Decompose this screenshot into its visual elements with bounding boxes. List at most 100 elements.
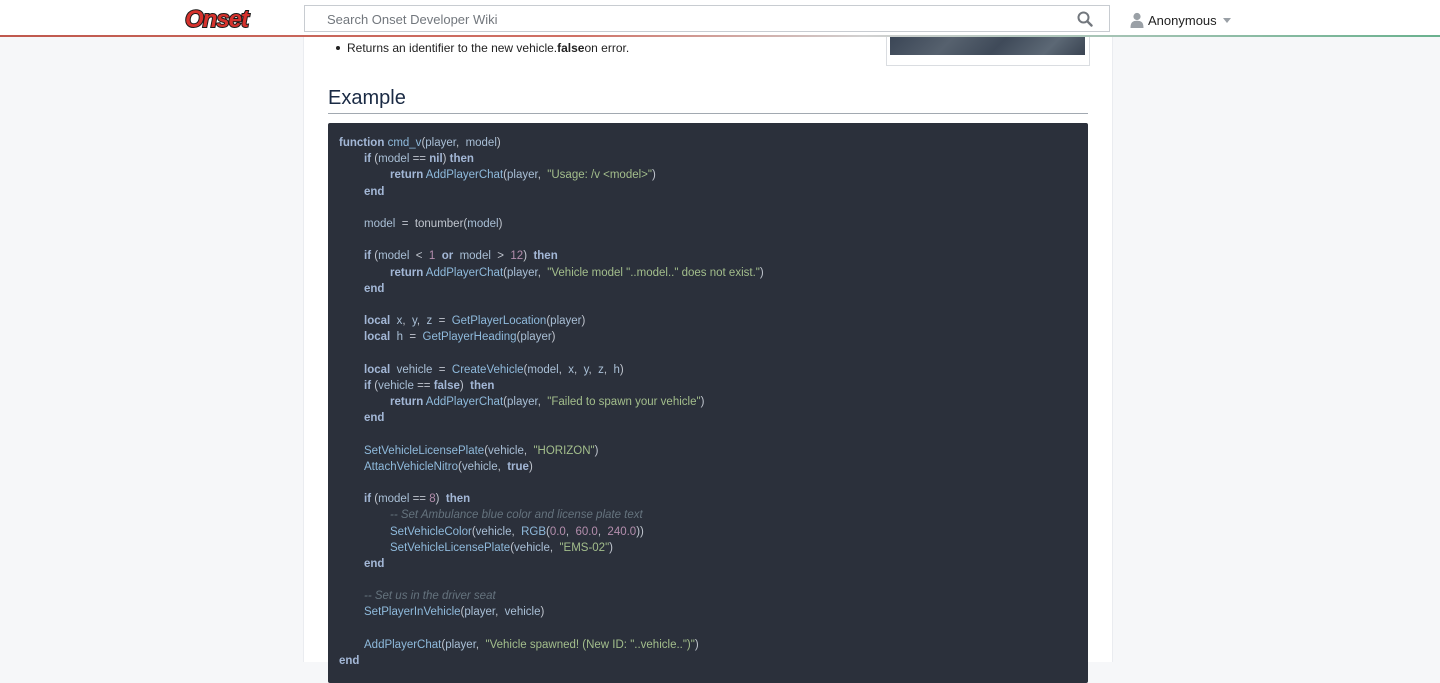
code-line: local vehicle = CreateVehicle(model, x, …	[339, 362, 764, 378]
code-token: (	[371, 250, 379, 263]
code-token: vehicle	[488, 444, 524, 457]
code-token: return	[390, 396, 424, 408]
code-line: SetVehicleColor(vehicle, RGB(0.0, 60.0, …	[339, 524, 764, 540]
code-line: if (vehicle == false) then	[339, 378, 764, 394]
code-token: GetPlayerLocation	[451, 315, 547, 328]
code-token: )	[459, 379, 471, 392]
code-token: ,	[495, 606, 505, 619]
code-text: function cmd_v(player, model) if (model =…	[339, 135, 764, 669]
code-token: -- Set Ambulance blue color and license …	[390, 509, 643, 522]
code-token: 240.0	[607, 525, 637, 538]
code-token: = tonumber(	[395, 217, 468, 230]
code-token: local	[364, 363, 391, 376]
code-line: if (model == 8) then	[339, 491, 764, 507]
code-token: )	[435, 493, 446, 506]
code-token: =	[403, 331, 423, 344]
code-token: return	[390, 169, 424, 182]
code-token: if	[364, 153, 372, 166]
code-token: model	[364, 217, 396, 230]
code-token: if	[364, 379, 372, 392]
code-token: (	[371, 153, 379, 166]
code-token: -- Set us in the driver seat	[364, 590, 496, 603]
code-token: "HORIZON"	[533, 444, 595, 457]
chevron-down-icon	[1222, 17, 1231, 23]
code-line: return AddPlayerChat(player, "Usage: /v …	[339, 167, 764, 183]
code-token: )	[700, 396, 705, 408]
code-token: then	[533, 250, 558, 263]
return-text-suffix: on error.	[584, 41, 630, 55]
code-line: -- Set Ambulance blue color and license …	[339, 507, 764, 523]
user-name: Anonymous	[1148, 12, 1217, 28]
infobox	[886, 37, 1090, 66]
code-token: )	[551, 331, 556, 344]
code-token: ,	[402, 315, 412, 328]
code-line: AddPlayerChat(player, "Vehicle spawned! …	[339, 637, 764, 653]
code-line: SetVehicleLicensePlate(vehicle, "EMS-02"…	[339, 540, 764, 556]
code-token: )	[594, 444, 599, 457]
return-text-bold: false	[557, 41, 585, 55]
code-line: SetPlayerInVehicle(player, vehicle)	[339, 604, 764, 620]
code-token: return	[390, 266, 424, 279]
top-header: Onset Anonymous	[0, 0, 1440, 37]
code-token: end	[364, 412, 385, 425]
code-token: player	[507, 169, 538, 182]
code-line: end	[339, 556, 764, 572]
section-title: Example	[328, 87, 1088, 114]
infobox-image[interactable]	[890, 37, 1085, 55]
code-token: 60.0	[575, 525, 598, 538]
code-token: ,	[588, 363, 599, 376]
code-token: vehicle	[396, 363, 433, 376]
code-token: nil	[429, 153, 443, 166]
code-line: end	[339, 281, 764, 297]
code-token: )	[651, 169, 656, 182]
code-token: local	[364, 315, 391, 328]
code-line: function cmd_v(player, model)	[339, 135, 764, 151]
code-token: model	[378, 250, 410, 263]
code-token: )	[619, 363, 624, 376]
code-token: ,	[455, 137, 466, 149]
code-line: AttachVehicleNitro(vehicle, true)	[339, 459, 764, 475]
code-token: AddPlayerChat	[425, 266, 504, 279]
code-line: if (model == nil) then	[339, 151, 764, 167]
code-token: ,	[565, 525, 576, 538]
code-token: ==	[413, 379, 434, 392]
code-block[interactable]: function cmd_v(player, model) if (model =…	[328, 123, 1088, 683]
code-token: ,	[537, 169, 548, 182]
search-icon[interactable]	[1077, 11, 1093, 27]
code-line: local h = GetPlayerHeading(player)	[339, 329, 764, 345]
code-token: ,	[497, 460, 508, 473]
code-token: vehicle	[461, 460, 498, 473]
code-token: player	[464, 606, 496, 619]
code-token: AttachVehicleNitro	[364, 460, 458, 473]
code-token: vehicle	[475, 525, 512, 538]
code-token: AddPlayerChat	[425, 396, 504, 408]
code-token: =	[432, 315, 452, 328]
code-token: (	[371, 379, 379, 392]
code-token: SetVehicleLicensePlate	[390, 541, 511, 554]
code-line: -- Set us in the driver seat	[339, 588, 764, 604]
code-token: SetPlayerInVehicle	[364, 606, 461, 619]
code-token: AddPlayerChat	[364, 638, 442, 651]
code-token: ==	[409, 493, 430, 506]
code-line: end	[339, 653, 764, 669]
code-token: vehicle	[504, 606, 541, 619]
code-token: )	[581, 315, 586, 328]
code-token: SetVehicleLicensePlate	[364, 444, 485, 457]
code-token: player	[425, 137, 456, 149]
code-token: ,	[549, 541, 560, 554]
code-token: RGB	[521, 525, 546, 538]
code-token: "Vehicle spawned! (New ID: "..vehicle.."…	[485, 638, 695, 651]
code-token: then	[445, 493, 471, 506]
return-text-prefix: Returns an identifier to the new vehicle…	[347, 41, 558, 55]
search-input[interactable]	[327, 11, 1057, 27]
user-menu[interactable]: Anonymous	[1130, 10, 1231, 30]
onset-logo[interactable]: Onset	[184, 3, 262, 33]
code-token: if	[364, 493, 372, 506]
code-token: ,	[537, 396, 548, 408]
code-token: player	[507, 266, 538, 279]
code-token: end	[339, 655, 360, 667]
